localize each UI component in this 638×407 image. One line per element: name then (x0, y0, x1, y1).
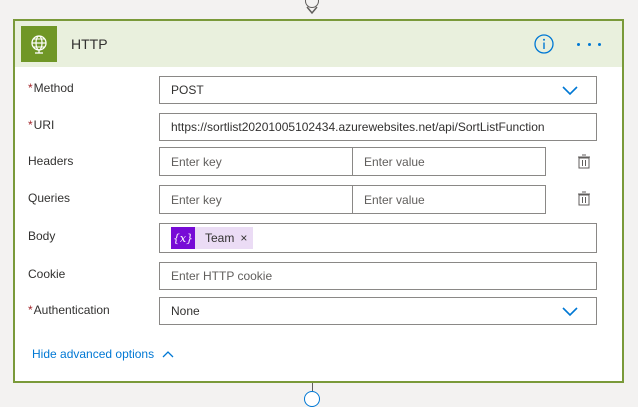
add-step-icon[interactable] (304, 391, 320, 407)
body-token[interactable]: {x} Team × (171, 227, 254, 249)
headers-key-placeholder: Enter key (171, 154, 222, 169)
bottom-connector (304, 383, 320, 407)
connector-line (312, 383, 313, 391)
advanced-label: Hide advanced options (32, 347, 155, 361)
queries-input[interactable]: Enter key Enter value (159, 185, 546, 214)
top-connector (305, 0, 319, 20)
queries-key-placeholder: Enter key (171, 192, 222, 207)
method-value: POST (171, 83, 204, 97)
queries-value-input[interactable]: Enter value (353, 186, 545, 213)
method-label: *Method (28, 81, 74, 95)
info-icon[interactable] (534, 34, 554, 54)
method-select[interactable]: POST (159, 76, 597, 104)
required-marker: * (28, 81, 33, 95)
authentication-label-text: Authentication (33, 303, 110, 317)
more-options-icon[interactable] (577, 35, 601, 53)
queries-key-input[interactable]: Enter key (160, 186, 353, 213)
delete-queries-icon[interactable] (576, 190, 592, 206)
required-marker: * (28, 303, 33, 317)
body-input[interactable]: {x} Team × (159, 223, 597, 253)
uri-label-text: URI (33, 118, 55, 132)
headers-label: Headers (28, 154, 74, 168)
uri-input[interactable]: https://sortlist20201005102434.azurewebs… (159, 113, 597, 141)
delete-headers-icon[interactable] (576, 153, 592, 169)
queries-label: Queries (28, 191, 71, 205)
globe-icon (21, 26, 57, 62)
headers-value-placeholder: Enter value (364, 154, 425, 169)
authentication-select[interactable]: None (159, 297, 597, 325)
chevron-down-icon (562, 307, 578, 317)
cookie-input[interactable]: Enter HTTP cookie (159, 262, 597, 290)
card-header[interactable]: HTTP (15, 21, 622, 67)
expression-icon: {x} (171, 227, 195, 249)
down-arrow-icon (306, 6, 318, 15)
card-title: HTTP (71, 36, 108, 52)
remove-token-icon[interactable]: × (240, 231, 253, 245)
headers-input[interactable]: Enter key Enter value (159, 147, 546, 176)
http-action-card: HTTP *Method POST *URI https://sortlist2… (13, 19, 624, 383)
authentication-label: *Authentication (28, 303, 110, 317)
queries-value-placeholder: Enter value (364, 192, 425, 207)
cookie-placeholder: Enter HTTP cookie (171, 269, 273, 283)
chevron-up-icon (162, 351, 174, 358)
uri-label: *URI (28, 118, 54, 132)
chevron-down-icon (562, 86, 578, 96)
cookie-label: Cookie (28, 267, 66, 281)
method-label-text: Method (33, 81, 74, 95)
uri-value: https://sortlist20201005102434.azurewebs… (171, 120, 545, 134)
required-marker: * (28, 118, 33, 132)
body-label: Body (28, 229, 56, 243)
hide-advanced-options-link[interactable]: Hide advanced options (32, 347, 174, 361)
authentication-value: None (171, 304, 200, 318)
body-token-label: Team (205, 231, 235, 245)
headers-key-input[interactable]: Enter key (160, 148, 353, 175)
headers-value-input[interactable]: Enter value (353, 148, 545, 175)
